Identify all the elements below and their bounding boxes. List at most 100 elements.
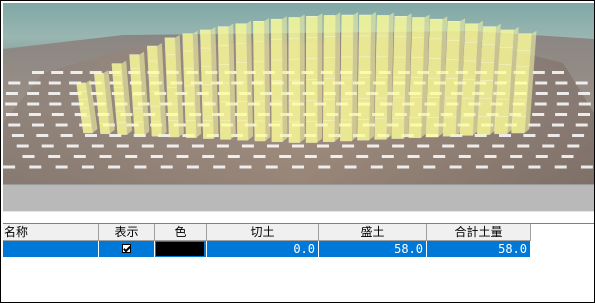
column-header-name[interactable]: 名称 (3, 224, 99, 241)
base-marker (51, 71, 64, 74)
cell-name[interactable] (3, 241, 99, 257)
app-window: 名称 表示 色 切土 盛土 合計土量 0.0 58.0 58.0 (0, 0, 595, 303)
cell-display[interactable] (99, 241, 155, 257)
base-marker (547, 134, 560, 137)
base-marker (216, 144, 229, 148)
base-marker (5, 102, 18, 106)
volume-table: 名称 表示 色 切土 盛土 合計土量 0.0 58.0 58.0 (3, 223, 594, 302)
base-marker (166, 144, 179, 148)
column-header-fill[interactable]: 盛土 (319, 224, 427, 241)
base-marker (55, 165, 68, 169)
base-marker (554, 165, 567, 169)
base-marker (517, 144, 530, 148)
base-marker (552, 123, 564, 127)
base-marker (492, 144, 505, 148)
base-marker (556, 92, 569, 95)
base-marker (116, 144, 129, 148)
base-marker (555, 113, 568, 116)
splitter-bar[interactable] (3, 184, 594, 212)
base-marker (510, 155, 523, 158)
base-marker (484, 155, 497, 158)
base-marker (32, 123, 44, 127)
base-marker (317, 144, 329, 148)
base-marker (575, 123, 588, 127)
column-header-display[interactable]: 表示 (99, 224, 155, 241)
base-marker (381, 155, 394, 158)
column-header-total[interactable]: 合計土量 (427, 224, 531, 241)
base-marker (22, 155, 35, 158)
base-marker (191, 144, 204, 148)
base-marker (8, 123, 21, 127)
base-marker (55, 123, 68, 127)
base-marker (66, 144, 79, 148)
cell-cut[interactable]: 0.0 (207, 241, 319, 257)
fill-prism-side (334, 12, 341, 142)
base-marker (267, 144, 279, 148)
base-marker (528, 165, 541, 169)
base-marker (367, 144, 380, 148)
base-marker (370, 165, 383, 169)
base-marker (330, 155, 343, 158)
base-marker (8, 81, 21, 85)
base-marker (91, 144, 104, 148)
base-marker (16, 144, 29, 148)
display-checkbox[interactable] (121, 244, 131, 253)
base-marker (253, 155, 266, 158)
base-marker (202, 155, 215, 158)
base-marker (580, 165, 593, 169)
base-marker (141, 144, 154, 148)
base-marker (535, 92, 548, 95)
base-marker (458, 155, 471, 158)
base-marker (555, 81, 568, 85)
base-marker (567, 144, 580, 148)
base-marker (292, 165, 304, 169)
base-marker (578, 92, 591, 95)
base-marker (48, 81, 61, 85)
base-marker (108, 165, 121, 169)
base-marker (70, 71, 83, 74)
color-swatch[interactable] (156, 242, 204, 256)
base-marker (41, 144, 54, 148)
cell-total[interactable]: 58.0 (427, 241, 531, 257)
column-header-cut[interactable]: 切土 (207, 224, 319, 241)
base-marker (442, 144, 455, 148)
fill-prism-side (317, 13, 323, 143)
base-marker (523, 134, 536, 137)
base-marker (28, 113, 41, 116)
base-marker (5, 92, 18, 95)
base-marker (502, 165, 515, 169)
base-marker (532, 113, 545, 116)
cell-color[interactable] (155, 241, 207, 257)
base-marker (48, 92, 61, 95)
base-marker (51, 113, 64, 116)
base-marker (36, 134, 49, 137)
base-marker (279, 155, 292, 158)
table-header: 名称 表示 色 切土 盛土 合計土量 (3, 224, 594, 241)
base-marker (227, 155, 240, 158)
fill-prism-side (299, 14, 305, 143)
base-marker (556, 102, 569, 106)
base-marker (239, 165, 252, 169)
base-marker (578, 113, 590, 116)
base-marker (392, 144, 405, 148)
base-marker (397, 165, 410, 169)
base-marker (176, 155, 189, 158)
base-marker (342, 144, 355, 148)
base-marker (265, 165, 278, 169)
terrain-scene[interactable] (3, 3, 594, 184)
base-marker (475, 165, 488, 169)
table-row[interactable]: 0.0 58.0 58.0 (3, 241, 594, 257)
base-marker (542, 144, 555, 148)
base-marker (27, 102, 40, 106)
base-marker (344, 165, 357, 169)
base-marker (29, 165, 42, 169)
3d-viewport[interactable] (3, 3, 594, 184)
base-marker (150, 155, 163, 158)
base-marker (28, 81, 41, 85)
base-marker (99, 155, 112, 158)
column-header-color[interactable]: 色 (155, 224, 207, 241)
base-marker (572, 134, 585, 137)
base-marker (433, 155, 446, 158)
base-marker (60, 134, 73, 137)
cell-fill[interactable]: 58.0 (319, 241, 427, 257)
